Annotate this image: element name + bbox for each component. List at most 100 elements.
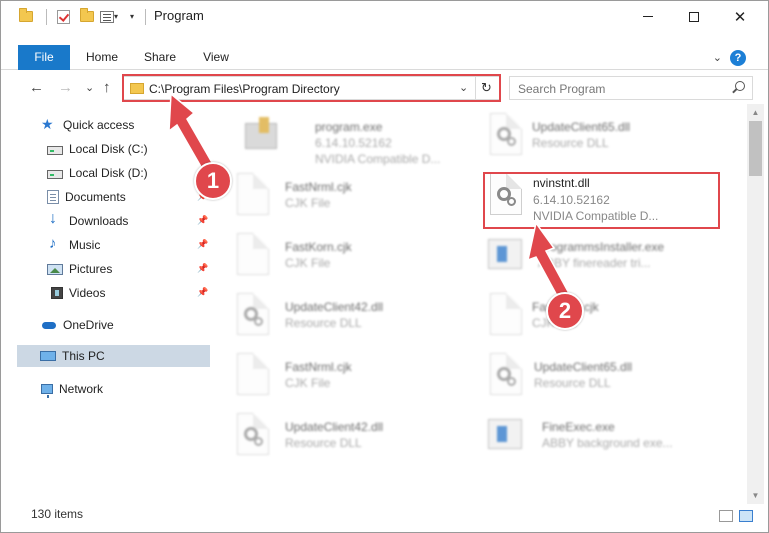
file-name: UpdateClient42.dll — [285, 420, 384, 434]
callout-badge-2: 2 — [546, 292, 584, 330]
forward-button[interactable]: → — [58, 79, 73, 96]
file-highlight-box — [483, 172, 720, 229]
back-button[interactable]: ← — [29, 79, 44, 96]
file-item[interactable]: UpdateClient42.dll Resource DLL — [231, 290, 471, 346]
file-item[interactable]: UpdateClient65.dll Resource DLL — [484, 110, 724, 166]
this-pc-icon — [40, 351, 56, 361]
tab-view[interactable]: View — [193, 45, 239, 70]
documents-icon — [47, 190, 59, 204]
tab-share[interactable]: Share — [135, 45, 185, 70]
sidebar-item-onedrive[interactable]: OneDrive — [41, 314, 114, 336]
minimize-button[interactable] — [625, 1, 671, 32]
sidebar-item-this-pc[interactable]: This PC — [17, 345, 210, 367]
pictures-icon — [47, 263, 63, 275]
file-type: Resource DLL — [532, 136, 609, 150]
recent-locations-button[interactable]: ⌄ — [85, 81, 94, 94]
maximize-button[interactable] — [671, 1, 717, 32]
file-name: FastKorn.cjk — [285, 240, 352, 254]
file-type: Resource DLL — [285, 436, 362, 450]
file-type: Resource DLL — [534, 376, 611, 390]
file-item[interactable]: ProgrammsInstaller.exe ABBY finereader t… — [484, 230, 724, 286]
toolbar-separator — [46, 8, 47, 25]
search-input[interactable]: Search Program — [518, 82, 605, 96]
scroll-thumb[interactable] — [749, 121, 762, 176]
help-icon[interactable]: ? — [730, 50, 746, 66]
status-bar: 130 items — [1, 504, 768, 526]
onedrive-icon — [41, 318, 57, 332]
file-item[interactable]: FastNrml.cjk CJK File — [231, 350, 471, 406]
pin-icon[interactable]: 📌 — [197, 239, 208, 250]
vertical-scrollbar[interactable]: ▲ ▼ — [747, 104, 764, 504]
up-button[interactable]: ↑ — [103, 79, 111, 96]
navigation-bar: ← → ⌄ ↑ C:\Program Files\Program Directo… — [1, 73, 768, 103]
large-icons-view-icon[interactable] — [739, 510, 753, 522]
expand-ribbon-icon[interactable]: ⌄ — [713, 51, 722, 64]
scroll-down-icon[interactable]: ▼ — [747, 487, 764, 504]
file-item[interactable]: FastKorn.cjk CJK File — [484, 290, 724, 346]
properties-check-icon[interactable] — [57, 1, 70, 32]
sidebar-item-label: Network — [59, 382, 104, 396]
explorer-window: ▾ ▾ Program ✕ File Home Share View ⌄ ? ←… — [0, 0, 769, 533]
sidebar-item-label: Quick access — [63, 118, 135, 132]
ribbon-tabs: File Home Share View ⌄ ? — [1, 45, 768, 70]
file-item[interactable]: FastKorn.cjk CJK File — [231, 230, 471, 286]
customize-toolbar-icon[interactable]: ▾ — [100, 1, 118, 32]
sidebar-item-label: Pictures — [69, 262, 113, 276]
close-button[interactable]: ✕ — [717, 1, 763, 32]
file-icon — [231, 173, 271, 221]
item-count: 130 items — [31, 507, 84, 521]
title-bar: ▾ ▾ Program ✕ — [1, 1, 768, 32]
tab-file[interactable]: File — [18, 45, 70, 70]
file-item[interactable]: FineExec.exe ABBY background exe... — [484, 410, 724, 466]
folder-icon — [19, 1, 33, 32]
title-separator — [145, 8, 146, 25]
search-box[interactable]: Search Program — [509, 76, 753, 100]
file-item[interactable]: UpdateClient42.dll Resource DLL — [231, 410, 471, 466]
scroll-up-icon[interactable]: ▲ — [747, 104, 764, 121]
file-item[interactable]: program.exe 6.14.10.52162 NVIDIA Compati… — [239, 110, 479, 166]
sidebar-item-local-disk-c[interactable]: Local Disk (C:) — [47, 138, 148, 160]
file-description: ABBY finereader tri... — [538, 256, 651, 270]
sidebar-item-label: Documents — [65, 190, 126, 204]
sidebar-item-downloads[interactable]: Downloads — [47, 210, 128, 232]
sidebar-item-label: Videos — [69, 286, 106, 300]
file-name: program.exe — [315, 120, 383, 134]
tab-home[interactable]: Home — [77, 45, 127, 70]
sidebar-item-label: Downloads — [69, 214, 129, 228]
file-name: UpdateClient42.dll — [285, 300, 384, 314]
sidebar-item-label: This PC — [62, 349, 105, 363]
network-icon — [41, 384, 53, 398]
quick-access-star-icon — [41, 116, 57, 133]
pin-icon[interactable]: 📌 — [197, 215, 208, 226]
address-highlight-box — [122, 74, 501, 102]
new-folder-icon[interactable] — [80, 1, 94, 32]
file-name: FastNrml.cjk — [285, 360, 352, 374]
search-icon[interactable] — [735, 81, 745, 91]
sidebar-item-pictures[interactable]: Pictures — [47, 258, 112, 280]
file-item[interactable]: UpdateClient65.dll Resource DLL — [484, 350, 724, 406]
sidebar-item-network[interactable]: Network — [41, 378, 103, 400]
sidebar-item-label: OneDrive — [63, 318, 114, 332]
pin-icon[interactable]: 📌 — [197, 263, 208, 274]
navigation-pane: Quick access Local Disk (C:) Local Disk … — [1, 109, 213, 504]
pin-icon[interactable]: 📌 — [197, 287, 208, 298]
downloads-icon — [47, 210, 63, 228]
window-title: Program — [154, 8, 204, 23]
dll-icon — [231, 293, 271, 341]
sidebar-item-local-disk-d[interactable]: Local Disk (D:) — [47, 162, 148, 184]
file-version: 6.14.10.52162 — [315, 136, 392, 150]
details-view-icon[interactable] — [719, 510, 733, 522]
sidebar-item-documents[interactable]: Documents — [47, 186, 126, 208]
file-name: FineExec.exe — [542, 420, 615, 434]
sidebar-item-music[interactable]: Music — [47, 234, 100, 256]
sidebar-item-label: Local Disk (C:) — [69, 142, 148, 156]
sidebar-item-quick-access[interactable]: Quick access — [41, 114, 134, 136]
file-item[interactable]: FastNrml.cjk CJK File — [231, 170, 471, 226]
dll-icon — [484, 353, 524, 401]
setup-icon — [484, 233, 524, 281]
file-type: CJK File — [285, 196, 331, 210]
sidebar-item-videos[interactable]: Videos — [51, 282, 105, 304]
quick-access-dropdown-icon[interactable]: ▾ — [130, 1, 134, 32]
dll-icon — [231, 413, 271, 461]
exe-icon — [239, 113, 279, 161]
